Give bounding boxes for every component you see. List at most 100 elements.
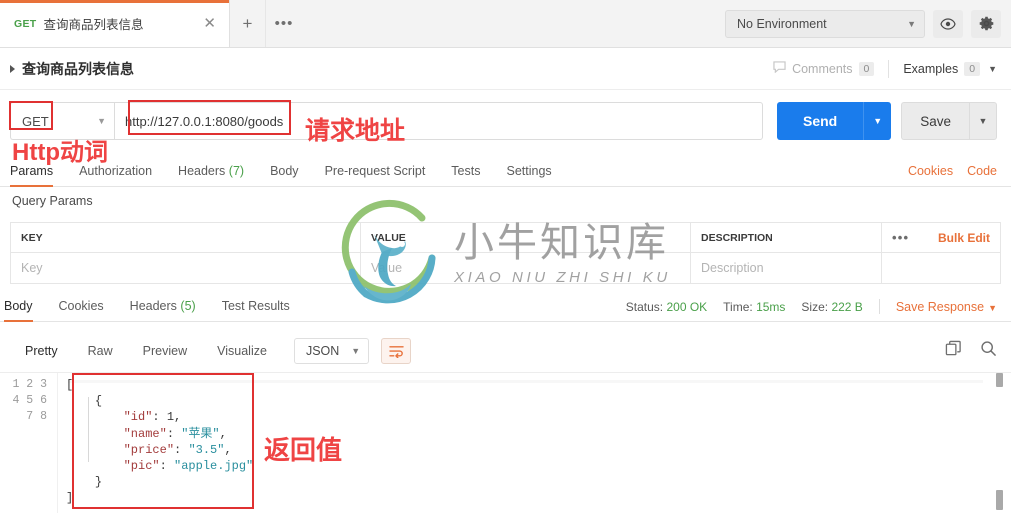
url-input[interactable]: http://127.0.0.1:8080/goods: [114, 102, 763, 140]
tab-authorization[interactable]: Authorization: [66, 164, 165, 186]
send-button[interactable]: Send: [776, 102, 864, 140]
code-link[interactable]: Code: [967, 164, 997, 178]
query-params-table: KEY VALUE DESCRIPTION ••• Bulk Edit Key …: [10, 222, 1001, 284]
column-header-description: DESCRIPTION: [691, 223, 882, 252]
chevron-down-icon: ▼: [351, 346, 361, 356]
scrollbar-thumb-top[interactable]: [996, 373, 1003, 387]
key-input[interactable]: Key: [11, 253, 361, 283]
tab-title-label: 查询商品列表信息: [43, 18, 144, 32]
request-tab-active[interactable]: GET 查询商品列表信息 ✕: [0, 0, 230, 47]
search-icon[interactable]: [980, 340, 997, 362]
tab-headers[interactable]: Headers (7): [165, 164, 257, 186]
row-actions: [882, 253, 1000, 283]
tab-pre-request-script[interactable]: Pre-request Script: [312, 164, 439, 186]
tab-settings[interactable]: Settings: [493, 164, 564, 186]
request-tabs: Params Authorization Headers (7) Body Pr…: [0, 155, 1011, 187]
gear-icon[interactable]: [971, 9, 1001, 38]
time-label: Time:: [723, 299, 753, 314]
format-visualize-button[interactable]: Visualize: [202, 344, 282, 358]
more-options-icon[interactable]: •••: [892, 230, 909, 245]
copy-icon[interactable]: [945, 340, 962, 362]
close-icon[interactable]: ✕: [200, 14, 219, 33]
send-group: Send ▼: [776, 102, 892, 140]
scrollbar-thumb[interactable]: [996, 490, 1003, 510]
code-token-pun: :: [166, 426, 182, 441]
format-raw-button[interactable]: Raw: [73, 344, 128, 358]
tab-authorization-label: Authorization: [79, 164, 153, 178]
tab-params[interactable]: Params: [10, 164, 66, 187]
response-tab-cookies[interactable]: Cookies: [46, 299, 117, 321]
description-input[interactable]: Description: [691, 253, 882, 283]
column-header-value: VALUE: [361, 223, 691, 252]
response-tab-test-results-label: Test Results: [221, 299, 290, 313]
tab-tests[interactable]: Tests: [438, 164, 493, 186]
send-options-icon[interactable]: ▼: [863, 102, 892, 140]
chevron-down-icon: ▼: [988, 302, 997, 313]
code-token-pun: ,: [224, 442, 232, 457]
value-input[interactable]: Value: [361, 253, 691, 283]
code-line: ]: [66, 490, 1011, 506]
time-value: 15ms: [756, 299, 786, 314]
more-options-icon[interactable]: •••: [266, 0, 302, 47]
vertical-scrollbar[interactable]: [995, 373, 1003, 513]
chevron-down-icon: ▼: [907, 18, 916, 29]
table-header-actions: ••• Bulk Edit: [882, 223, 1000, 252]
response-tab-cookies-label: Cookies: [58, 299, 104, 313]
code-token-str: "apple.jpg": [174, 459, 254, 474]
response-tab-headers-label: Headers: [129, 299, 177, 313]
examples-label: Examples: [903, 61, 959, 76]
comment-icon: [773, 60, 786, 78]
page-title: 查询商品列表信息: [22, 60, 134, 77]
code-line: }: [66, 474, 1011, 490]
column-header-key: KEY: [11, 223, 361, 252]
url-value: http://127.0.0.1:8080/goods: [125, 113, 284, 129]
environment-select[interactable]: No Environment ▼: [725, 9, 925, 38]
code-fold-guide: [88, 397, 89, 462]
code-line: [: [66, 377, 1011, 393]
response-tabs: Body Cookies Headers (5) Test Results St…: [0, 290, 1011, 322]
response-tab-headers[interactable]: Headers (5): [117, 299, 209, 321]
cookies-link[interactable]: Cookies: [908, 164, 953, 178]
response-toolbar-right: [945, 340, 997, 362]
plus-icon[interactable]: +: [230, 0, 266, 47]
examples-group[interactable]: Examples 0 ▼: [889, 61, 997, 76]
status-value: 200 OK: [666, 299, 708, 314]
request-name-row: 查询商品列表信息 Comments 0 Examples 0 ▼: [0, 48, 1011, 90]
response-tab-body-label: Body: [4, 299, 33, 313]
response-meta: Status: 200 OK Time: 15ms Size: 222 B Sa…: [626, 299, 997, 321]
format-preview-button[interactable]: Preview: [128, 344, 202, 358]
code-line: "price": "3.5",: [66, 442, 1011, 458]
save-options-icon[interactable]: ▼: [969, 102, 997, 140]
code-token-key: "price": [123, 442, 175, 457]
tab-settings-label: Settings: [506, 164, 552, 178]
tab-body[interactable]: Body: [257, 164, 312, 186]
save-button[interactable]: Save: [901, 102, 969, 140]
method-select[interactable]: GET ▼: [10, 102, 114, 140]
tab-method-label: GET: [14, 17, 37, 30]
response-tab-headers-count: (5): [180, 299, 196, 313]
eye-icon[interactable]: [933, 9, 963, 38]
code-viewer: 1 2 3 4 5 6 7 8 [ { "id": 1, "name": "苹果…: [0, 373, 1011, 513]
response-json-code[interactable]: [ { "id": 1, "name": "苹果", "price": "3.5…: [58, 373, 1011, 513]
table-header-row: KEY VALUE DESCRIPTION ••• Bulk Edit: [11, 223, 1000, 253]
response-tab-test-results[interactable]: Test Results: [209, 299, 303, 321]
query-params-label: Query Params: [12, 194, 93, 208]
status-badge: Status: 200 OK: [626, 300, 707, 314]
code-line: "name": "苹果",: [66, 426, 1011, 442]
format-pretty-button[interactable]: Pretty: [10, 344, 73, 358]
size-label: Size:: [801, 299, 829, 314]
response-tab-body[interactable]: Body: [4, 299, 46, 322]
request-name-right: Comments 0 Examples 0 ▼: [773, 59, 997, 78]
time-badge: Time: 15ms: [723, 300, 785, 314]
content-type-select[interactable]: JSON ▼: [293, 338, 370, 364]
tab-headers-label: Headers: [178, 164, 226, 178]
wrap-lines-icon[interactable]: [381, 338, 412, 364]
chevron-down-icon[interactable]: ▼: [988, 64, 997, 74]
tab-headers-count: (7): [228, 164, 245, 178]
code-token-pun: :: [159, 459, 175, 474]
bulk-edit-link[interactable]: Bulk Edit: [938, 231, 990, 245]
code-token-num: 1: [166, 410, 175, 425]
save-response-button[interactable]: Save Response ▼: [896, 300, 997, 314]
collapse-triangle-icon[interactable]: [10, 64, 15, 73]
comments-group[interactable]: Comments 0: [773, 59, 890, 78]
